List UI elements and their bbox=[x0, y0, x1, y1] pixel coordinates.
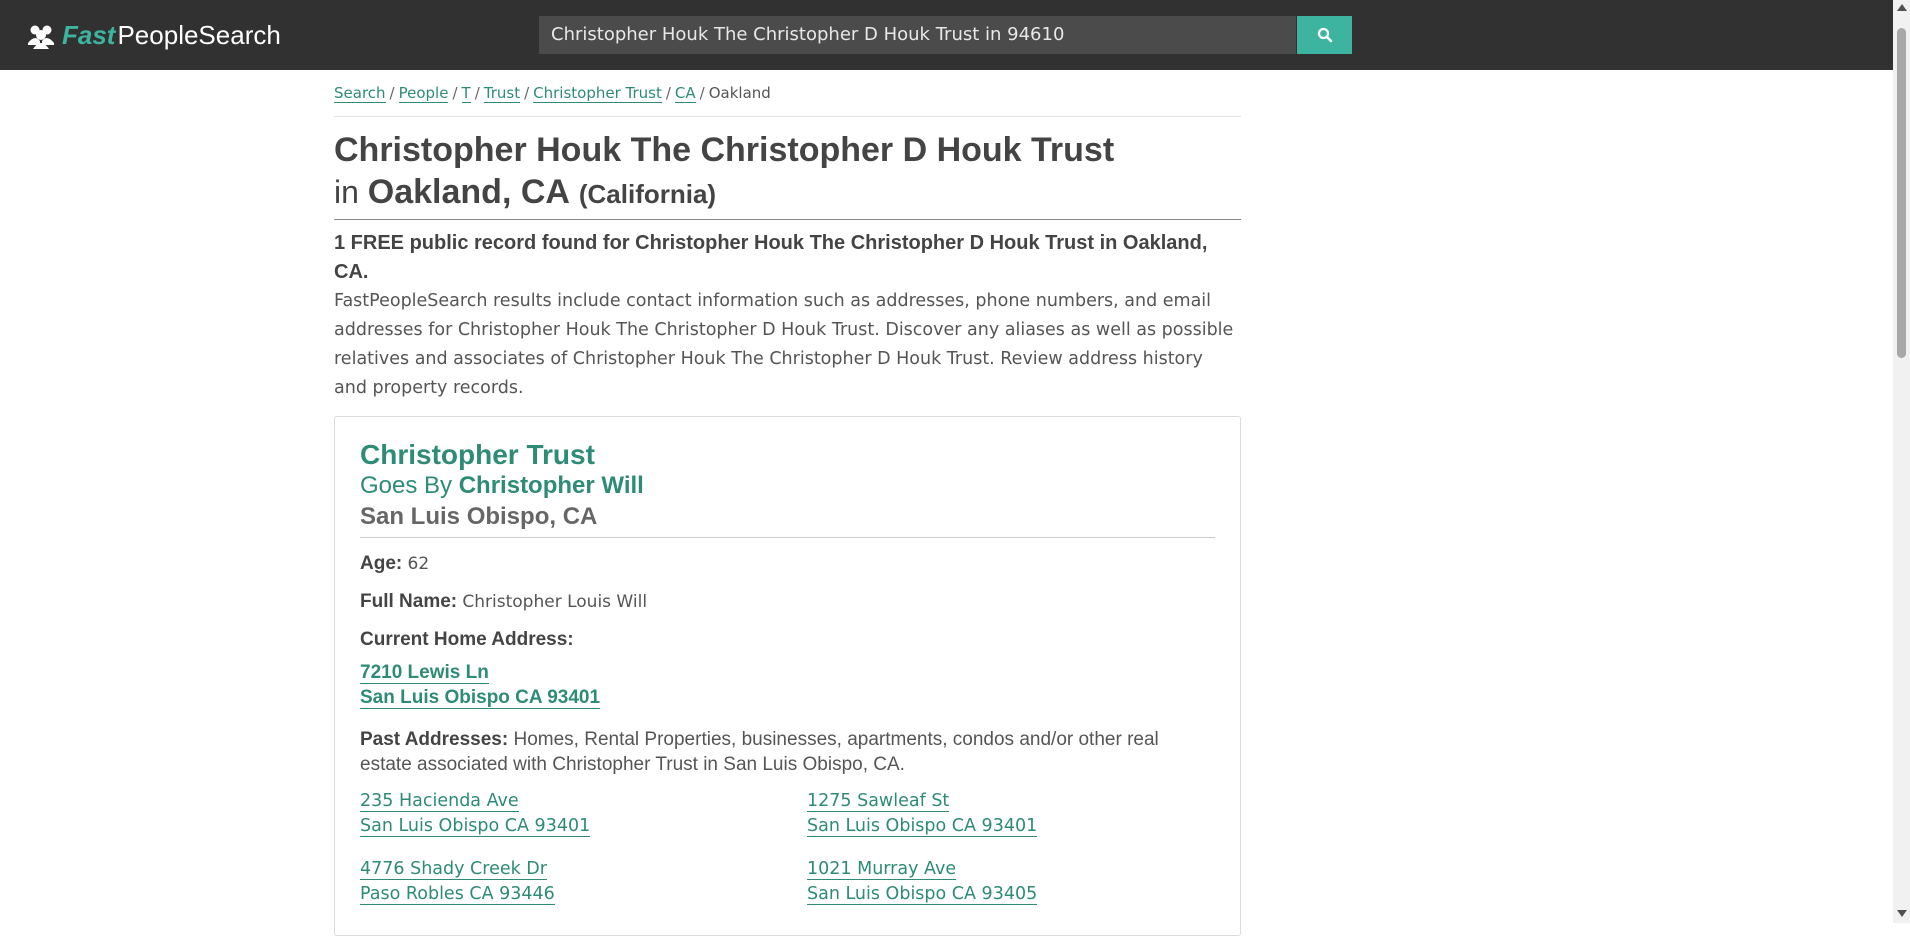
breadcrumb-separator: / bbox=[524, 84, 530, 102]
person-name-link[interactable]: Christopher Trust bbox=[360, 439, 1215, 471]
past-address-line2-link[interactable]: Paso Robles CA 93446 bbox=[360, 884, 555, 905]
search-input[interactable]: Christopher Houk The Christopher D Houk … bbox=[539, 16, 1296, 54]
breadcrumb-separator: / bbox=[474, 84, 480, 102]
goes-by-label: Goes By bbox=[360, 472, 453, 499]
past-address-line2-link[interactable]: San Luis Obispo CA 93405 bbox=[807, 884, 1038, 905]
past-addresses-label: Past Addresses: bbox=[360, 729, 509, 750]
main-content: Search / People / T / Trust / Christopher Trust /… bbox=[334, 84, 1241, 936]
title-in-word: in bbox=[334, 174, 359, 210]
home-address-line2-link[interactable]: San Luis Obispo CA 93401 bbox=[360, 687, 601, 709]
search-button[interactable] bbox=[1297, 16, 1352, 54]
past-address-item: 1275 Sawleaf St San Luis Obispo CA 93401 bbox=[807, 789, 1207, 839]
age-label: Age: bbox=[360, 553, 403, 574]
person-aka: Goes By Christopher Will bbox=[360, 471, 1215, 501]
people-group-icon bbox=[28, 25, 54, 49]
page-scrollbar[interactable] bbox=[1893, 0, 1910, 923]
past-addresses-list: 235 Hacienda Ave San Luis Obispo CA 9340… bbox=[360, 789, 1215, 907]
page-title: Christopher Houk The Christopher D Houk … bbox=[334, 131, 1115, 169]
breadcrumb-link-search[interactable]: Search bbox=[334, 84, 386, 103]
top-navbar: Fast PeopleSearch Christopher Houk The C… bbox=[0, 0, 1893, 70]
breadcrumb-separator: / bbox=[665, 84, 671, 102]
breadcrumb-link-christopher-trust[interactable]: Christopher Trust bbox=[533, 84, 662, 103]
current-home-label-text: Current Home Address: bbox=[360, 629, 574, 650]
breadcrumb-separator: / bbox=[699, 84, 705, 102]
breadcrumb: Search / People / T / Trust / Christopher Trust /… bbox=[334, 84, 1241, 117]
breadcrumb-link-t[interactable]: T bbox=[461, 84, 471, 103]
breadcrumb-link-people[interactable]: People bbox=[398, 84, 449, 103]
past-address-line2-link[interactable]: San Luis Obispo CA 93401 bbox=[360, 816, 591, 837]
age-value: 62 bbox=[407, 554, 430, 574]
full-name-field: Full Name: Christopher Louis Will bbox=[360, 590, 1215, 614]
results-summary: 1 FREE public record found for Christoph… bbox=[334, 232, 1208, 283]
full-name-label: Full Name: bbox=[360, 591, 458, 612]
breadcrumb-link-trust[interactable]: Trust bbox=[483, 84, 521, 103]
title-city: Oakland, CA bbox=[367, 173, 570, 211]
age-field: Age: 62 bbox=[360, 552, 1215, 576]
breadcrumb-separator: / bbox=[452, 84, 458, 102]
past-address-item: 1021 Murray Ave San Luis Obispo CA 93405 bbox=[807, 857, 1207, 907]
breadcrumb-separator: / bbox=[389, 84, 395, 102]
person-location: San Luis Obispo, CA bbox=[360, 501, 1215, 538]
past-addresses-intro: Past Addresses: Homes, Rental Properties… bbox=[360, 727, 1215, 777]
person-result-card: Christopher Trust Goes By Christopher Wi… bbox=[334, 416, 1241, 936]
results-description: FastPeopleSearch results include contact… bbox=[334, 291, 1234, 398]
goes-by-name: Christopher Will bbox=[458, 472, 644, 499]
breadcrumb-current: Oakland bbox=[708, 84, 771, 102]
past-address-line1-link[interactable]: 235 Hacienda Ave bbox=[360, 791, 519, 812]
logo-fast-text: Fast bbox=[62, 20, 116, 50]
past-address-line1-link[interactable]: 1275 Sawleaf St bbox=[807, 791, 950, 812]
past-address-line1-link[interactable]: 1021 Murray Ave bbox=[807, 859, 957, 880]
scroll-up-arrow-icon[interactable] bbox=[1897, 4, 1907, 11]
current-home-address: 7210 Lewis Ln San Luis Obispo CA 93401 bbox=[360, 660, 1215, 710]
scroll-down-arrow-icon[interactable] bbox=[1897, 910, 1907, 917]
current-home-label: Current Home Address: bbox=[360, 628, 1215, 652]
page-title-location: in Oakland, CA (California) bbox=[334, 171, 1241, 220]
past-address-item: 4776 Shady Creek Dr Paso Robles CA 93446 bbox=[360, 857, 807, 907]
past-address-line1-link[interactable]: 4776 Shady Creek Dr bbox=[360, 859, 547, 880]
past-address-line2-link[interactable]: San Luis Obispo CA 93401 bbox=[807, 816, 1038, 837]
past-address-item: 235 Hacienda Ave San Luis Obispo CA 9340… bbox=[360, 789, 807, 839]
full-name-value: Christopher Louis Will bbox=[462, 592, 648, 612]
search-icon bbox=[1317, 27, 1332, 43]
site-logo[interactable]: Fast PeopleSearch bbox=[26, 20, 281, 51]
title-state: (California) bbox=[578, 179, 717, 209]
breadcrumb-link-ca[interactable]: CA bbox=[674, 84, 696, 103]
scroll-thumb[interactable] bbox=[1897, 28, 1906, 358]
logo-people-text: PeopleSearch bbox=[117, 20, 281, 50]
home-address-line1-link[interactable]: 7210 Lewis Ln bbox=[360, 662, 489, 684]
